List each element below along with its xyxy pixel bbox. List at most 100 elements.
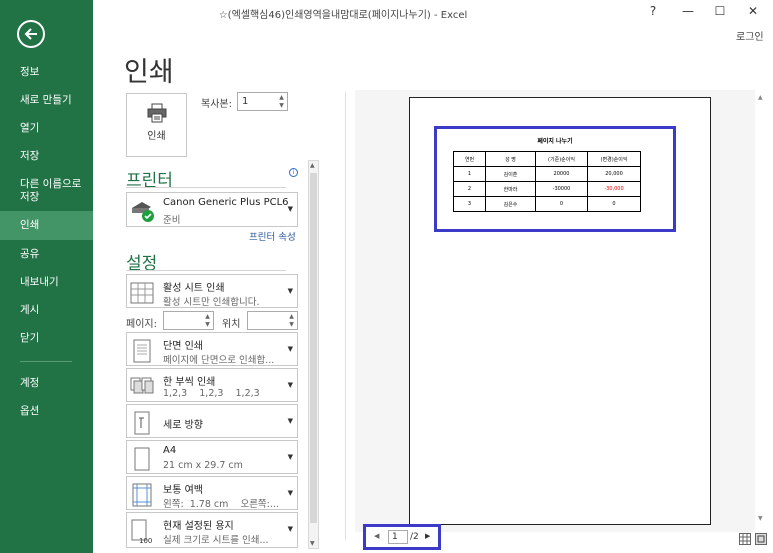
settings-scrollbar[interactable]: ▲ ▼ bbox=[308, 160, 319, 549]
table-cell: 한마라 bbox=[485, 181, 536, 197]
collate-dropdown[interactable]: 한 부씩 인쇄 1,2,3 1,2,3 1,2,3 ▼ bbox=[126, 368, 298, 402]
margins-dropdown[interactable]: 보통 여백 왼쪽: 1.78 cm 오른쪽:... ▼ bbox=[126, 476, 298, 510]
portrait-icon bbox=[134, 411, 150, 435]
scroll-down-icon[interactable]: ▼ bbox=[310, 540, 315, 547]
help-button[interactable]: ? bbox=[645, 4, 661, 18]
paper-size-dropdown[interactable]: A4 21 cm x 29.7 cm ▼ bbox=[126, 440, 298, 474]
printer-properties-link[interactable]: 프린터 속성 bbox=[249, 229, 296, 243]
paper-size-desc: 21 cm x 29.7 cm bbox=[163, 460, 243, 471]
page-title: 인쇄 bbox=[124, 57, 174, 88]
nav-info[interactable]: 정보 bbox=[0, 66, 93, 79]
table-row: 2 한마라 -30000 -30,000 bbox=[453, 181, 641, 197]
current-page-input[interactable]: 1 bbox=[388, 530, 408, 544]
nav-close[interactable]: 닫기 bbox=[0, 332, 93, 345]
nav-save-as[interactable]: 다른 이름으로 저장 bbox=[0, 178, 93, 204]
spin-down-icon[interactable]: ▼ bbox=[277, 102, 286, 110]
spin-up-icon[interactable]: ▲ bbox=[287, 313, 296, 321]
sides-label: 단면 인쇄 bbox=[163, 341, 203, 352]
margins-icon bbox=[132, 483, 152, 507]
print-area-highlight: 페이지 나누기 연번 성 명 (기준)순이익 (변경)순이익 1 김이훈 200… bbox=[434, 126, 676, 232]
scaling-desc: 실제 크기로 시트를 인쇄... bbox=[163, 535, 269, 546]
scroll-up-icon[interactable]: ▲ bbox=[310, 162, 315, 169]
nav-open[interactable]: 열기 bbox=[0, 122, 93, 135]
preview-table-header: 연번 성 명 (기준)순이익 (변경)순이익 bbox=[453, 151, 641, 167]
scroll-up-icon[interactable]: ▲ bbox=[758, 94, 763, 101]
nav-account[interactable]: 계정 bbox=[0, 377, 93, 390]
table-row: 1 김이훈 20000 20,000 bbox=[453, 166, 641, 182]
margins-label: 보통 여백 bbox=[163, 485, 203, 496]
printer-icon bbox=[147, 103, 167, 123]
printer-divider bbox=[126, 187, 286, 188]
chevron-down-icon: ▼ bbox=[287, 489, 293, 497]
chevron-down-icon: ▼ bbox=[287, 453, 293, 461]
pages-from-input[interactable]: ▲ ▼ bbox=[163, 311, 214, 330]
back-button[interactable] bbox=[17, 20, 45, 48]
print-button[interactable]: 인쇄 bbox=[126, 93, 187, 157]
nav-print[interactable]: 인쇄 bbox=[0, 211, 93, 240]
info-icon[interactable]: i bbox=[289, 168, 298, 177]
orientation-label: 세로 방향 bbox=[163, 420, 203, 431]
printer-dropdown[interactable]: Canon Generic Plus PCL6 준비 ▼ bbox=[126, 192, 298, 227]
paper-icon bbox=[134, 447, 150, 471]
next-page-icon[interactable]: ▶ bbox=[425, 532, 430, 540]
chevron-down-icon: ▼ bbox=[287, 381, 293, 389]
svg-text:100: 100 bbox=[139, 537, 152, 544]
orientation-dropdown[interactable]: 세로 방향 ▼ bbox=[126, 404, 298, 438]
print-button-label: 인쇄 bbox=[147, 131, 166, 142]
nav-export[interactable]: 내보내기 bbox=[0, 276, 93, 289]
copies-value: 1 bbox=[242, 96, 249, 107]
margins-desc: 왼쪽: 1.78 cm 오른쪽:... bbox=[163, 499, 279, 510]
pages-to-input[interactable]: ▲ ▼ bbox=[247, 311, 298, 330]
collated-icon bbox=[130, 377, 154, 394]
page-navigator: ◀ 1 /2 ▶ bbox=[363, 524, 441, 550]
spin-up-icon[interactable]: ▲ bbox=[277, 94, 286, 102]
table-cell: 20,000 bbox=[587, 166, 641, 182]
scaling-label: 현재 설정된 용지 bbox=[163, 521, 234, 532]
prev-page-icon[interactable]: ◀ bbox=[374, 532, 379, 540]
column-header: (기준)순이익 bbox=[535, 151, 588, 167]
maximize-button[interactable]: ☐ bbox=[712, 4, 728, 18]
chevron-down-icon: ▼ bbox=[287, 287, 293, 295]
preview-table: 연번 성 명 (기준)순이익 (변경)순이익 1 김이훈 20000 20,00… bbox=[453, 151, 641, 212]
zoom-to-page-icon[interactable] bbox=[755, 533, 767, 545]
paper-size-label: A4 bbox=[163, 445, 177, 456]
window-title: ☆(엑셀핵심46)인쇄영역을내맘대로(페이지나누기) - Excel bbox=[218, 10, 468, 21]
nav-options[interactable]: 옵션 bbox=[0, 405, 93, 418]
sides-dropdown[interactable]: 단면 인쇄 페이지에 단면으로 인쇄합... ▼ bbox=[126, 332, 298, 366]
preview-scrollbar[interactable]: ▲ ▼ bbox=[755, 92, 767, 522]
chevron-down-icon: ▼ bbox=[287, 417, 293, 425]
nav-new[interactable]: 새로 만들기 bbox=[0, 94, 93, 107]
nav-save[interactable]: 저장 bbox=[0, 150, 93, 163]
pages-to-label: 위치 bbox=[222, 319, 241, 330]
scroll-down-icon[interactable]: ▼ bbox=[758, 515, 763, 522]
pane-divider bbox=[345, 92, 346, 540]
minimize-button[interactable]: — bbox=[680, 4, 696, 18]
table-cell: -30000 bbox=[535, 181, 588, 197]
spin-down-icon[interactable]: ▼ bbox=[287, 321, 296, 329]
spin-up-icon[interactable]: ▲ bbox=[203, 313, 212, 321]
printer-name: Canon Generic Plus PCL6 bbox=[163, 197, 289, 208]
scaling-dropdown[interactable]: 100 현재 설정된 용지 실제 크기로 시트를 인쇄... ▼ bbox=[126, 512, 298, 548]
copies-label: 복사본: bbox=[201, 99, 232, 110]
back-arrow-icon bbox=[24, 28, 37, 40]
nav-share[interactable]: 공유 bbox=[0, 248, 93, 261]
table-row: 3 김은수 0 0 bbox=[453, 196, 641, 212]
close-button[interactable]: ✕ bbox=[745, 4, 761, 18]
column-header: 성 명 bbox=[485, 151, 536, 167]
print-what-dropdown[interactable]: 활성 시트 인쇄 활성 시트만 인쇄합니다. ▼ bbox=[126, 274, 298, 308]
collate-label: 한 부씩 인쇄 bbox=[163, 377, 216, 388]
settings-divider bbox=[126, 270, 286, 271]
spin-down-icon[interactable]: ▼ bbox=[203, 321, 212, 329]
print-what-label: 활성 시트 인쇄 bbox=[163, 283, 225, 294]
show-margins-icon[interactable] bbox=[739, 533, 751, 545]
nav-publish[interactable]: 게시 bbox=[0, 304, 93, 317]
column-header: 연번 bbox=[453, 151, 486, 167]
table-cell: 1 bbox=[453, 166, 486, 182]
backstage-sidebar: 정보 새로 만들기 열기 저장 다른 이름으로 저장 인쇄 공유 내보내기 게시… bbox=[0, 0, 93, 553]
chevron-down-icon: ▼ bbox=[287, 525, 293, 533]
scrollbar-thumb[interactable] bbox=[310, 173, 317, 523]
copies-input[interactable]: 1 ▲ ▼ bbox=[237, 92, 288, 111]
pages-label: 페이지: bbox=[126, 319, 157, 330]
login-link[interactable]: 로그인 bbox=[736, 28, 764, 43]
table-cell: 김은수 bbox=[485, 196, 536, 212]
